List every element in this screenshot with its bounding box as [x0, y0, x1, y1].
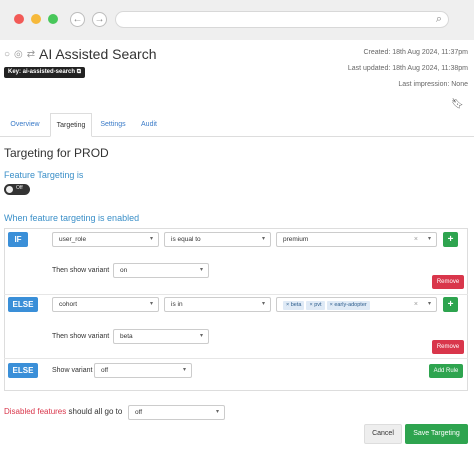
add-condition-button[interactable]: + — [443, 232, 458, 247]
remove-rule-button[interactable]: Remove — [432, 275, 464, 289]
add-rule-button[interactable]: Add Rule — [429, 364, 463, 378]
disabled-features-prefix: Disabled features — [4, 407, 67, 416]
feature-key-badge[interactable]: Key: ai-assisted-search ⧉ — [4, 67, 86, 78]
else-variant-value: off — [101, 367, 109, 374]
chevron-down-icon: ▾ — [182, 367, 186, 373]
chevron-down-icon: ▾ — [427, 301, 431, 307]
status-circle-icon: ○ — [4, 49, 11, 60]
minimize-window-dot[interactable] — [31, 14, 41, 24]
feature-key-text: Key: ai-assisted-search — [8, 69, 76, 75]
else-variant-select[interactable]: off ▾ — [94, 363, 192, 378]
maximize-window-dot[interactable] — [48, 14, 58, 24]
close-window-dot[interactable] — [14, 14, 24, 24]
section-title: Targeting for PROD — [4, 146, 109, 160]
bookmark-icon[interactable]: 🔖︎ — [451, 99, 464, 110]
tag-label: pvt — [314, 302, 322, 308]
tag-chip[interactable]: × early-adopter — [326, 301, 370, 310]
rule-divider — [4, 294, 468, 295]
chevron-down-icon: ▾ — [149, 301, 153, 307]
if-attribute-value: user_role — [59, 236, 87, 243]
chevron-down-icon: ▾ — [261, 236, 265, 242]
feature-targeting-toggle[interactable]: Off — [4, 184, 30, 195]
disabled-variant-select[interactable]: off ▾ — [128, 405, 225, 420]
tab-bar: Overview Targeting Settings Audit — [0, 113, 474, 137]
created-timestamp: Created: 18th Aug 2024, 11:37pm — [363, 49, 468, 56]
tab-audit[interactable]: Audit — [133, 113, 165, 137]
feature-targeting-label: Feature Targeting is — [4, 170, 84, 180]
back-arrow-icon[interactable]: ← — [70, 12, 85, 27]
else-if-attribute-value: cohort — [59, 301, 78, 308]
tag-chip[interactable]: × pvt — [306, 301, 325, 310]
if-attribute-select[interactable]: user_role ▾ — [52, 232, 159, 247]
remove-rule-button[interactable]: Remove — [432, 340, 464, 354]
when-enabled-label: When feature targeting is enabled — [4, 213, 140, 223]
if-value-select[interactable]: premium × ▾ — [276, 232, 437, 247]
then-show-variant-label: Then show variant — [52, 333, 110, 340]
tag-chip[interactable]: × beta — [283, 301, 305, 310]
else-pill: ELSE — [8, 363, 38, 378]
clear-icon[interactable]: × — [414, 233, 418, 246]
if-operator-select[interactable]: is equal to ▾ — [164, 232, 271, 247]
tag-label: early-adopter — [334, 302, 367, 308]
else-if-value-multiselect[interactable]: × beta × pvt × early-adopter × ▾ — [276, 297, 437, 312]
feature-status-icons: ○ ◎ ⇄ — [4, 49, 39, 60]
chevron-down-icon: ▾ — [215, 409, 219, 415]
tag-label: beta — [290, 302, 302, 308]
else-if-variant-value: beta — [120, 333, 133, 340]
else-if-attribute-select[interactable]: cohort ▾ — [52, 297, 159, 312]
swap-arrows-icon: ⇄ — [26, 49, 36, 60]
tab-overview[interactable]: Overview — [0, 113, 50, 137]
toggle-knob — [6, 186, 13, 193]
if-value-text: premium — [283, 236, 309, 243]
chevron-down-icon: ▾ — [199, 267, 203, 273]
else-if-operator-value: is in — [171, 301, 183, 308]
last-impression: Last impression: None — [398, 81, 468, 88]
if-variant-value: on — [120, 267, 128, 274]
else-if-operator-select[interactable]: is in ▾ — [164, 297, 271, 312]
clear-icon[interactable]: × — [414, 298, 418, 311]
if-variant-select[interactable]: on ▾ — [113, 263, 209, 278]
chevron-down-icon: ▾ — [199, 333, 203, 339]
chevron-down-icon: ▾ — [149, 236, 153, 242]
else-if-variant-select[interactable]: beta ▾ — [113, 329, 209, 344]
browser-chrome: ← → ⌕ — [0, 0, 474, 40]
then-show-variant-label: Then show variant — [52, 267, 110, 274]
disabled-features-suffix: should all go to — [66, 407, 123, 416]
search-icon: ⌕ — [435, 13, 442, 25]
address-bar[interactable]: ⌕ — [115, 11, 449, 28]
add-condition-button[interactable]: + — [443, 297, 458, 312]
last-updated-timestamp: Last updated: 18th Aug 2024, 11:38pm — [347, 65, 468, 72]
disabled-variant-value: off — [135, 409, 143, 416]
if-pill: IF — [8, 232, 28, 247]
chevron-down-icon: ▾ — [427, 236, 431, 242]
chevron-down-icon: ▾ — [261, 301, 265, 307]
forward-arrow-icon[interactable]: → — [92, 12, 107, 27]
toggle-text: Off — [16, 185, 23, 191]
tab-targeting[interactable]: Targeting — [50, 113, 92, 137]
disabled-features-label: Disabled features should all go to — [4, 407, 122, 416]
rule-divider — [4, 358, 468, 359]
if-operator-value: is equal to — [171, 236, 201, 243]
cancel-button[interactable]: Cancel — [364, 424, 402, 444]
save-targeting-button[interactable]: Save Targeting — [405, 424, 468, 444]
page-title: AI Assisted Search — [39, 46, 157, 62]
show-variant-label: Show variant — [52, 367, 93, 374]
status-target-icon: ◎ — [14, 49, 23, 60]
tab-settings[interactable]: Settings — [93, 113, 133, 137]
else-if-pill: ELSE — [8, 297, 38, 312]
copy-icon[interactable]: ⧉ — [77, 69, 81, 75]
